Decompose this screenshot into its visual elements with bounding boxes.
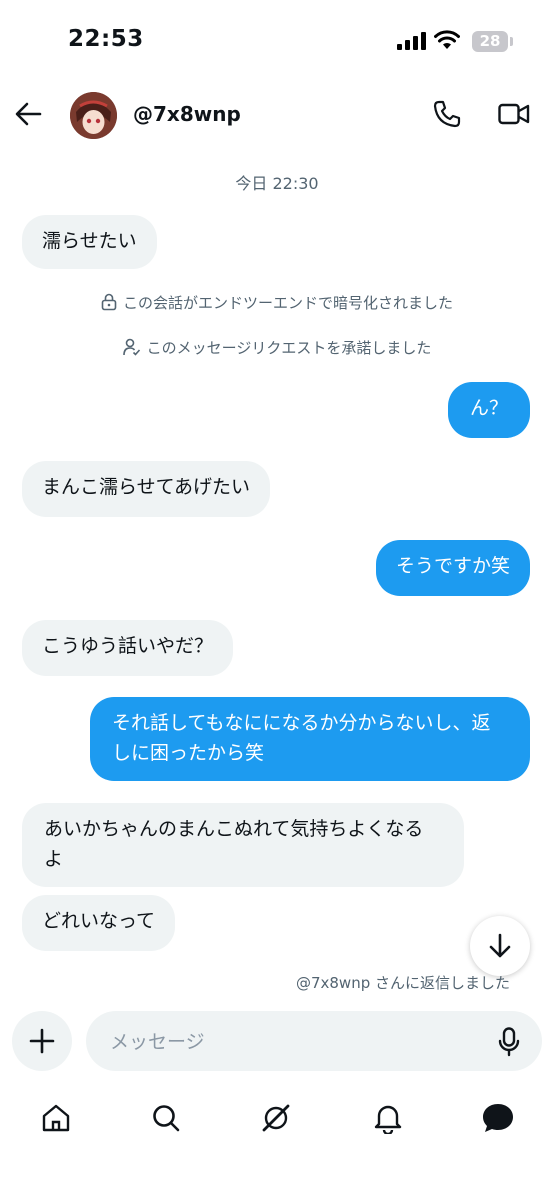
encryption-notice: この会話がエンドツーエンドで暗号化されました	[0, 292, 554, 313]
tab-messages[interactable]	[478, 1098, 518, 1138]
encryption-notice-text: この会話がエンドツーエンドで暗号化されました	[122, 294, 453, 312]
search-icon	[153, 1105, 180, 1132]
chat-username[interactable]: @7x8wnp	[133, 102, 241, 126]
tab-grok[interactable]	[256, 1098, 296, 1138]
status-time: 22:53	[68, 26, 144, 52]
message-bubble-outgoing[interactable]: ん？	[448, 382, 530, 438]
battery-tip	[510, 37, 513, 46]
lock-icon	[101, 293, 117, 311]
avatar[interactable]	[70, 92, 117, 139]
video-icon[interactable]	[498, 102, 530, 126]
message-bubble-incoming[interactable]: どれいなって	[22, 895, 176, 951]
request-notice: このメッセージリクエストを承諾しました	[0, 337, 554, 358]
tab-notifications[interactable]	[368, 1098, 408, 1138]
request-notice-text: このメッセージリクエストを承諾しました	[146, 339, 432, 357]
message-bubble-outgoing[interactable]: そうですか笑	[375, 540, 530, 596]
signal-icon	[397, 32, 426, 50]
message-input[interactable]	[108, 1011, 482, 1073]
home-icon	[42, 1104, 70, 1132]
message-bubble-outgoing[interactable]: それ話してもなにになるか分からないし、返しに困ったから笑	[90, 697, 530, 781]
message-bubble-incoming[interactable]: 濡らせたい	[22, 215, 157, 269]
tab-search[interactable]	[146, 1098, 186, 1138]
grok-icon	[262, 1104, 290, 1132]
wifi-icon	[434, 30, 460, 49]
arrow-down-icon	[489, 933, 511, 958]
message-bubble-incoming[interactable]: あいかちゃんのまんこぬれて気持ちよくなるよ	[22, 803, 464, 887]
messages-icon	[483, 1104, 513, 1132]
battery-indicator: 28	[472, 31, 508, 52]
arrow-left-icon[interactable]	[14, 101, 42, 127]
message-bubble-incoming[interactable]: まんこ濡らせてあげたい	[22, 461, 271, 517]
chat-timestamp: 今日 22:30	[235, 174, 319, 193]
message-composer[interactable]	[86, 1011, 542, 1073]
notifications-icon	[374, 1105, 402, 1134]
scroll-to-bottom-button[interactable]	[470, 916, 530, 976]
message-bubble-incoming[interactable]: こうゆう話いやだ？	[22, 620, 234, 676]
phone-icon[interactable]	[433, 100, 461, 128]
tab-home[interactable]	[36, 1098, 76, 1138]
plus-icon	[29, 1028, 55, 1054]
add-attachment-button[interactable]	[12, 1011, 72, 1071]
reply-note: @7x8wnp さんに返信しました	[295, 974, 510, 992]
user-check-icon	[122, 338, 140, 356]
microphone-icon[interactable]	[498, 1027, 520, 1057]
